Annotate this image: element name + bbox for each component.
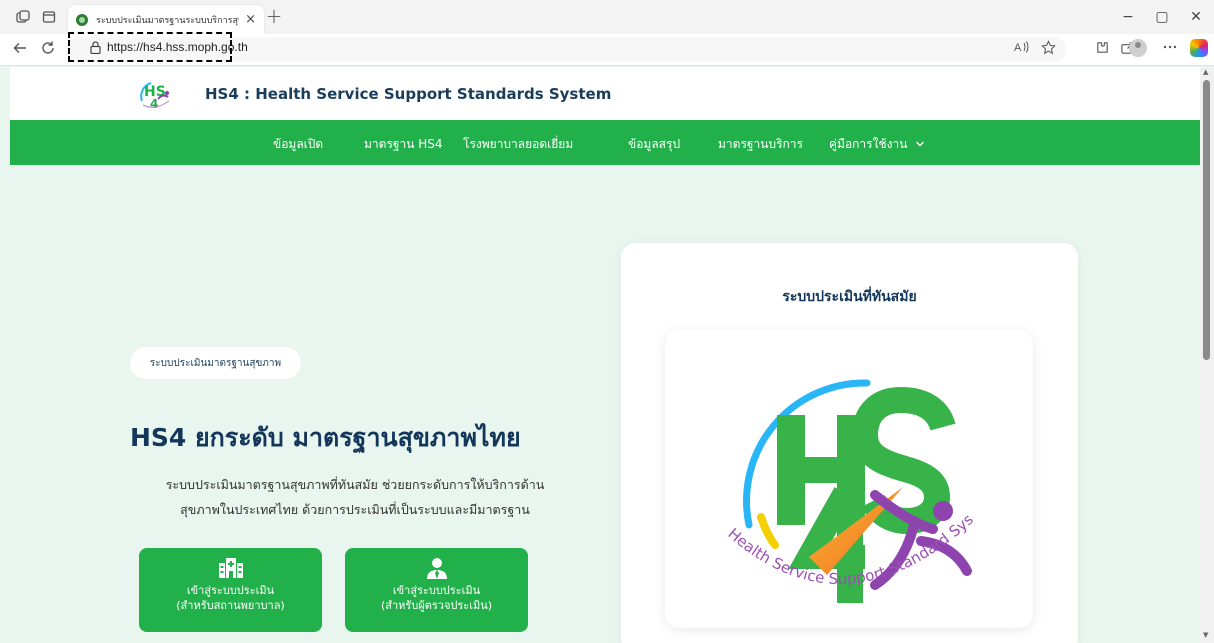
- workspaces-icon[interactable]: [12, 6, 34, 28]
- login-auditor-button[interactable]: เข้าสู่ระบบประเมิน (สำหรับผู้ตรวจประเมิน…: [345, 548, 528, 632]
- nav-excellent-hospital[interactable]: โรงพยาบาลยอดเยี่ยม: [463, 135, 573, 154]
- hero-title: HS4 ยกระดับ มาตรฐานสุขภาพไทย: [130, 423, 521, 452]
- lock-icon: [90, 41, 101, 54]
- hero-description-line-2: สุขภาพในประเทศไทย ด้วยการประเมินที่เป็นร…: [180, 502, 530, 517]
- feature-card-title: ระบบประเมินที่ทันสมัย: [782, 289, 917, 305]
- nav-user-manual[interactable]: คู่มือการใช้งาน: [829, 135, 925, 154]
- login-hospital-line1: เข้าสู่ระบบประเมิน: [186, 584, 275, 597]
- close-window-button[interactable]: ✕: [1186, 9, 1206, 25]
- hs4-big-logo-icon: Health Service Support Standard System: [705, 345, 977, 603]
- login-hospital-line2: (สำหรับสถานพยาบาล): [176, 599, 285, 612]
- hero-badge: ระบบประเมินมาตรฐานสุขภาพ: [130, 347, 301, 379]
- chevron-down-icon: [915, 140, 925, 151]
- nav-summary[interactable]: ข้อมูลสรุป: [628, 135, 680, 154]
- scroll-down-arrow-icon[interactable]: ▼: [1203, 631, 1208, 639]
- refresh-icon[interactable]: [38, 40, 58, 60]
- nav-service-standard[interactable]: มาตรฐานบริการ: [718, 135, 803, 154]
- login-hospital-button[interactable]: เข้าสู่ระบบประเมิน (สำหรับสถานพยาบาล): [139, 548, 322, 632]
- site-title[interactable]: HS4 : Health Service Support Standards S…: [205, 85, 611, 103]
- tab-close-icon[interactable]: ×: [245, 12, 256, 27]
- nav-user-manual-label: คู่มือการใช้งาน: [829, 137, 908, 151]
- maximize-button[interactable]: ▢: [1152, 9, 1172, 25]
- new-tab-button[interactable]: +: [262, 5, 286, 29]
- svg-text:4: 4: [150, 97, 158, 111]
- login-auditor-line2: (สำหรับผู้ตรวจประเมิน): [380, 599, 493, 612]
- url-text[interactable]: https://hs4.hss.moph.go.th: [107, 40, 248, 54]
- browser-tab-active[interactable]: ระบบประเมินมาตรฐานระบบบริการสุขภา ×: [68, 5, 264, 34]
- login-auditor-line1: เข้าสู่ระบบประเมิน: [392, 584, 481, 597]
- scroll-up-arrow-icon[interactable]: ▲: [1203, 68, 1208, 76]
- scrollbar-thumb[interactable]: [1203, 80, 1210, 360]
- nav-open-data[interactable]: ข้อมูลเปิด: [273, 135, 323, 154]
- more-menu-icon[interactable]: [1160, 40, 1180, 58]
- user-icon: [426, 558, 447, 579]
- hero-description: ระบบประเมินมาตรฐานสุขภาพที่ทันสมัย ช่วยย…: [130, 472, 580, 522]
- tab-title: ระบบประเมินมาตรฐานระบบบริการสุขภา: [96, 15, 239, 26]
- favorite-star-icon[interactable]: [1038, 40, 1058, 59]
- read-aloud-icon[interactable]: A: [1012, 40, 1032, 58]
- site-favicon-icon: [76, 13, 88, 26]
- hospital-icon: [218, 558, 243, 578]
- back-arrow-icon[interactable]: [10, 40, 30, 60]
- tab-actions-icon[interactable]: [38, 6, 60, 28]
- hs4-logo-icon[interactable]: HS 4: [137, 79, 171, 111]
- hero-description-line-1: ระบบประเมินมาตรฐานสุขภาพที่ทันสมัย ช่วยย…: [165, 477, 545, 492]
- copilot-icon[interactable]: [1190, 39, 1208, 57]
- profile-avatar-icon[interactable]: [1129, 39, 1147, 57]
- nav-hs4-standard[interactable]: มาตรฐาน HS4: [364, 135, 443, 154]
- main-nav: [10, 120, 1200, 165]
- extensions-icon[interactable]: [1092, 40, 1112, 59]
- svg-text:A: A: [1014, 42, 1022, 54]
- minimize-button[interactable]: −: [1118, 9, 1138, 25]
